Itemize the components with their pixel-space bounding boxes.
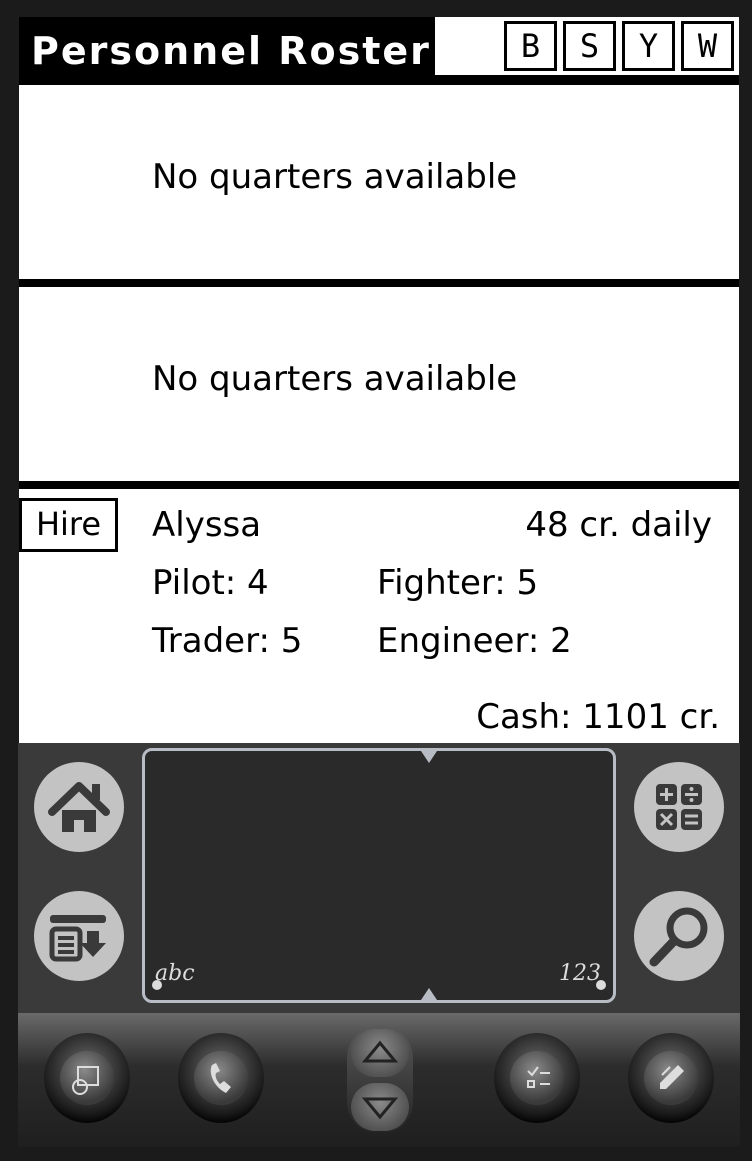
scroll-rocker <box>347 1025 413 1135</box>
pilot-skill: Pilot: 4 <box>152 563 269 603</box>
date-book-icon[interactable] <box>44 1033 130 1123</box>
shortcut-b-button[interactable]: B <box>504 21 557 71</box>
divider-2 <box>19 481 739 489</box>
scroll-up-icon[interactable] <box>351 1029 409 1077</box>
home-icon[interactable] <box>34 762 124 852</box>
fighter-skill: Fighter: 5 <box>377 563 539 603</box>
alpha-entry-label: abc <box>155 961 195 986</box>
divider-1 <box>19 279 739 287</box>
engineer-skill: Engineer: 2 <box>377 621 572 661</box>
todo-list-icon[interactable] <box>494 1033 580 1123</box>
app-screen: Personnel Roster B S Y W No quarters ava… <box>19 17 739 743</box>
mercenary-name: Alyssa <box>152 505 262 545</box>
memo-pad-icon[interactable] <box>628 1033 714 1123</box>
search-icon[interactable] <box>634 891 724 981</box>
hire-button[interactable]: Hire <box>19 498 118 552</box>
shortcut-y-button[interactable]: Y <box>622 21 675 71</box>
trader-skill: Trader: 5 <box>152 621 303 661</box>
crew-slot-1-text: No quarters available <box>152 157 518 197</box>
calculator-icon[interactable] <box>634 762 724 852</box>
mercenary-wage: 48 cr. daily <box>525 505 712 545</box>
title-tab[interactable]: Personnel Roster <box>19 17 435 85</box>
scroll-down-icon[interactable] <box>351 1083 409 1131</box>
shortcut-w-button[interactable]: W <box>681 21 734 71</box>
phone-icon[interactable] <box>178 1033 264 1123</box>
title-bar: Personnel Roster B S Y W <box>19 17 739 85</box>
page-title: Personnel Roster <box>31 29 431 73</box>
graffiti-area: abc 123 <box>18 743 740 1013</box>
menu-icon[interactable] <box>34 891 124 981</box>
crew-slot-2-text: No quarters available <box>152 359 518 399</box>
shortcut-s-button[interactable]: S <box>563 21 616 71</box>
cash-display: Cash: 1101 cr. <box>476 697 720 737</box>
numeric-entry-label: 123 <box>559 961 601 986</box>
hardware-button-bar <box>18 1013 740 1147</box>
graffiti-writing-area[interactable]: abc 123 <box>142 748 616 1003</box>
